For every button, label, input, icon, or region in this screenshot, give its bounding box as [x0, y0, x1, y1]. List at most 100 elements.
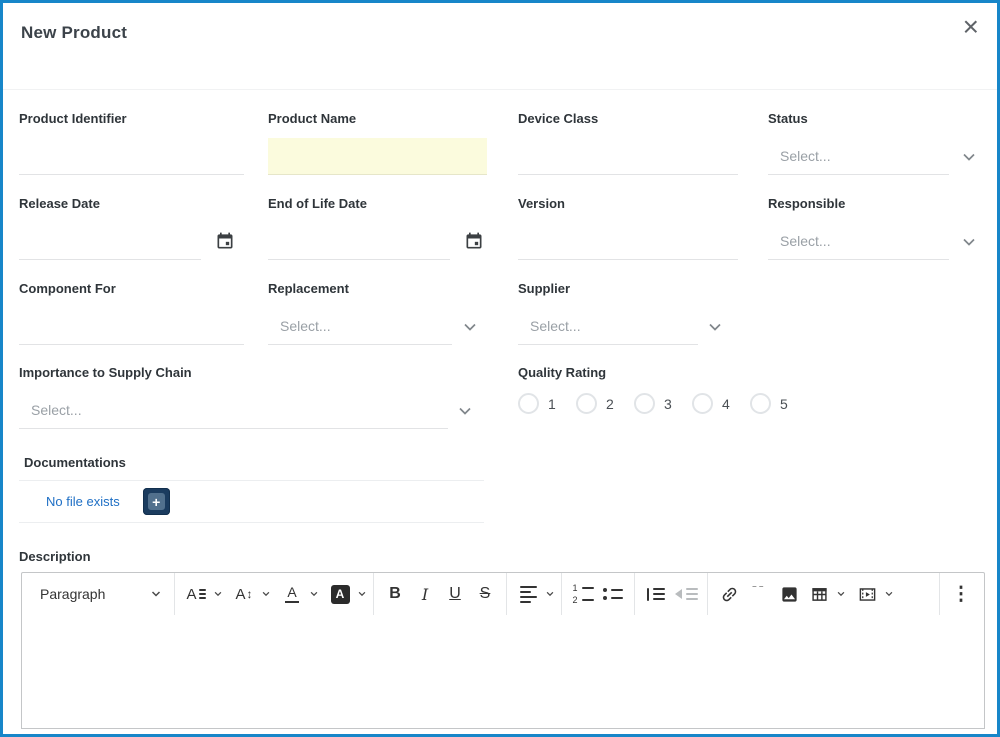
toolbar-separator — [373, 573, 374, 615]
underline-button[interactable]: U — [440, 578, 470, 610]
header-divider — [3, 89, 997, 90]
blockquote-button[interactable]: “ — [744, 578, 774, 610]
font-background-icon: A — [330, 584, 350, 604]
description-editor-area[interactable] — [21, 615, 985, 729]
importance-placeholder: Select... — [31, 402, 82, 418]
toolbar-separator — [707, 573, 708, 615]
font-family-button[interactable]: A — [181, 578, 211, 610]
radio-label: 3 — [664, 395, 672, 412]
close-icon[interactable]: × — [959, 9, 983, 45]
chevron-down-icon — [963, 153, 975, 161]
chevron-down-icon[interactable] — [261, 589, 271, 599]
bulleted-list-icon — [603, 588, 623, 600]
toolbar-separator — [506, 573, 507, 615]
quality-rating-option: 2 — [576, 393, 634, 414]
font-background-button[interactable]: A — [325, 578, 355, 610]
documentations-label: Documentations — [24, 455, 126, 470]
strikethrough-button[interactable]: S — [470, 578, 500, 610]
no-file-exists-link[interactable]: No file exists — [46, 494, 120, 509]
indent-button[interactable] — [641, 578, 671, 610]
chevron-down-icon — [709, 323, 721, 331]
radio-button[interactable] — [750, 393, 771, 414]
chevron-down-icon — [963, 238, 975, 246]
chevron-down-icon[interactable] — [884, 589, 894, 599]
outdent-icon — [674, 588, 698, 600]
version-input[interactable] — [518, 223, 738, 260]
outdent-button[interactable] — [671, 578, 701, 610]
version-label: Version — [518, 196, 565, 211]
insert-media-button[interactable] — [852, 578, 882, 610]
underline-icon: U — [449, 585, 461, 602]
quality-rating-label: Quality Rating — [518, 365, 607, 380]
insert-table-button[interactable] — [804, 578, 834, 610]
calendar-icon[interactable] — [464, 231, 484, 251]
chevron-down-icon[interactable] — [836, 589, 846, 599]
product-identifier-input[interactable] — [19, 138, 244, 175]
status-select[interactable]: Select... — [768, 138, 977, 175]
field-end-of-life-date: End of Life Date — [268, 196, 493, 260]
font-size-icon: A — [235, 585, 246, 603]
blockquote-icon: “ — [750, 586, 767, 602]
chevron-down-icon — [459, 407, 471, 415]
status-placeholder: Select... — [780, 148, 831, 164]
calendar-icon[interactable] — [215, 231, 235, 251]
chevron-down-icon[interactable] — [357, 589, 367, 599]
paragraph-format-dropdown[interactable]: Paragraph — [30, 578, 168, 610]
device-class-input[interactable] — [518, 138, 738, 175]
bulleted-list-button[interactable] — [598, 578, 628, 610]
link-button[interactable] — [714, 578, 744, 610]
font-family-icon: A — [186, 585, 197, 603]
radio-button[interactable] — [692, 393, 713, 414]
numbered-list-button[interactable]: 1 2 — [568, 578, 598, 610]
supplier-label: Supplier — [518, 281, 571, 296]
radio-button[interactable] — [634, 393, 655, 414]
toolbar-separator — [561, 573, 562, 615]
font-color-icon: A — [285, 584, 299, 604]
strikethrough-icon: S — [479, 585, 491, 602]
overflow-menu-icon: ⋮ — [951, 583, 971, 605]
field-supplier: Supplier Select... — [518, 281, 723, 345]
insert-image-button[interactable] — [774, 578, 804, 610]
field-release-date: Release Date — [19, 196, 244, 260]
radio-label: 2 — [606, 395, 614, 412]
quality-rating-option: 5 — [750, 393, 808, 414]
supplier-select[interactable]: Select... — [518, 308, 723, 345]
font-color-button[interactable]: A — [277, 578, 307, 610]
numbered-list-icon: 1 2 — [572, 584, 594, 605]
end-of-life-date-input[interactable] — [268, 223, 450, 260]
radio-label: 1 — [548, 395, 556, 412]
italic-button[interactable]: I — [410, 578, 440, 610]
font-size-button[interactable]: A ↕ — [229, 578, 259, 610]
bold-button[interactable]: B — [380, 578, 410, 610]
align-left-icon — [519, 585, 537, 603]
importance-label: Importance to Supply Chain — [19, 365, 192, 380]
quality-rating-option: 3 — [634, 393, 692, 414]
field-quality-rating: Quality Rating 1 2 3 4 5 — [518, 365, 848, 421]
radio-button[interactable] — [576, 393, 597, 414]
chevron-down-icon[interactable] — [309, 589, 319, 599]
component-for-input[interactable] — [19, 308, 244, 345]
table-icon — [811, 587, 827, 601]
italic-icon: I — [421, 584, 429, 604]
field-product-identifier: Product Identifier — [19, 111, 244, 175]
chevron-down-icon — [151, 591, 161, 597]
documentations-box: No file exists + — [19, 480, 484, 523]
image-icon — [781, 586, 797, 602]
release-date-input[interactable] — [19, 223, 201, 260]
add-file-button[interactable]: + — [142, 488, 170, 515]
responsible-select[interactable]: Select... — [768, 223, 977, 260]
radio-button[interactable] — [518, 393, 539, 414]
chevron-down-icon[interactable] — [213, 589, 223, 599]
importance-select[interactable]: Select... — [19, 392, 473, 429]
product-name-input[interactable] — [268, 138, 487, 175]
toolbar-overflow-button[interactable]: ⋮ — [946, 578, 976, 610]
link-icon — [722, 587, 736, 601]
chevron-down-icon[interactable] — [545, 589, 555, 599]
modal-title: New Product — [21, 23, 128, 42]
radio-label: 4 — [722, 395, 730, 412]
replacement-select[interactable]: Select... — [268, 308, 478, 345]
bold-icon: B — [389, 585, 401, 602]
text-alignment-button[interactable] — [513, 578, 543, 610]
description-label: Description — [19, 549, 91, 564]
toolbar-separator — [634, 573, 635, 615]
